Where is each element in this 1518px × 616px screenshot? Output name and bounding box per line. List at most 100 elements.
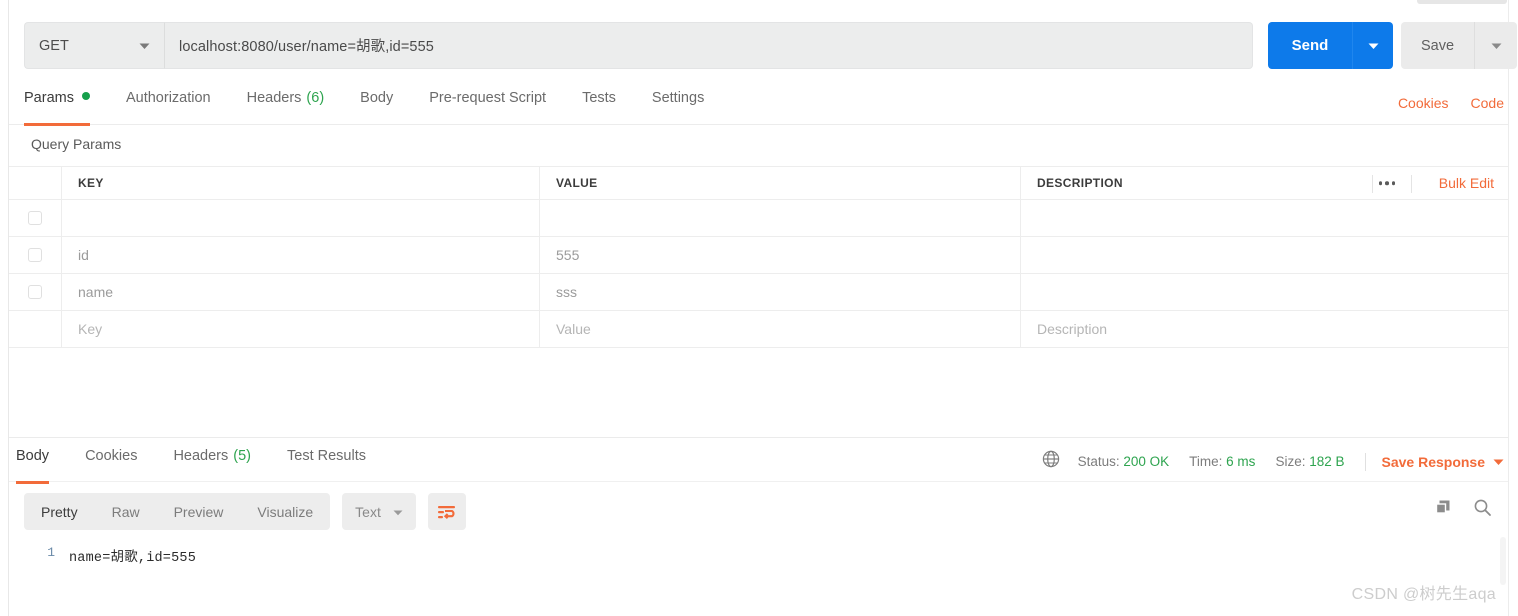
header-cell-key: KEY [62,167,540,199]
table-row[interactable]: name sss [9,273,1508,311]
row-value-cell[interactable]: 555 [540,237,1021,273]
header-cell-value: VALUE [540,167,1021,199]
size-label: Size: [1275,454,1306,469]
response-tab-headers-label: Headers [173,448,229,464]
body-view-preview[interactable]: Preview [157,493,241,530]
tab-params[interactable]: Params [24,90,90,126]
send-button-group: Send [1268,22,1393,69]
chevron-down-icon[interactable] [1493,453,1504,471]
body-format-label: Text [355,503,381,520]
row-description-cell[interactable] [1021,200,1508,236]
ellipsis-icon[interactable] [1373,177,1402,189]
response-tab-test-results-label: Test Results [287,448,366,464]
row-value-value: 555 [556,247,580,263]
row-key-cell[interactable]: id [62,237,540,273]
row-key-cell[interactable] [62,200,540,236]
body-view-visualize[interactable]: Visualize [240,493,330,530]
row-checkbox[interactable] [28,211,42,225]
response-body-code[interactable]: 1 name=胡歌,id=555 [9,537,1508,616]
request-bar: GET localhost:8080/user/name=胡歌,id=555 [24,22,1253,69]
tab-authorization[interactable]: Authorization [126,90,211,122]
save-response-button[interactable]: Save Response [1382,454,1486,470]
time-label: Time: [1189,454,1223,469]
row-checkbox-cell [9,311,62,347]
tab-authorization-label: Authorization [125,90,211,106]
request-header-links: Cookies Code [1398,95,1504,111]
query-params-table: KEY VALUE DESCRIPTION Bulk Edit id 555 n… [9,166,1508,348]
body-view-raw[interactable]: Raw [95,493,157,530]
copy-icon[interactable] [1434,498,1453,522]
row-key-cell[interactable]: name [62,274,540,310]
row-checkbox[interactable] [28,248,42,262]
row-checkbox-cell [9,237,62,273]
tab-tests[interactable]: Tests [582,90,616,122]
line-content: name=胡歌,id=555 [69,551,197,566]
row-checkbox-cell [9,274,62,310]
send-button[interactable]: Send [1268,22,1352,69]
request-tabs: Params Authorization Headers (6) Body Pre… [24,90,740,126]
response-tab-body-label: Body [16,448,50,464]
chevron-down-icon [139,37,150,55]
params-modified-dot-icon [81,92,90,100]
response-body-actions [1434,498,1492,522]
status-code-item: Status: 200 OK [1078,454,1170,469]
row-checkbox[interactable] [28,285,42,299]
query-params-title: Query Params [31,136,122,152]
vertical-scrollbar[interactable] [1500,537,1506,585]
bulk-edit-button[interactable]: Bulk Edit [1439,175,1494,191]
row-value-cell[interactable]: Value [540,311,1021,347]
response-tab-body[interactable]: Body [16,448,50,484]
tab-pre-request-script[interactable]: Pre-request Script [429,90,546,122]
chevron-down-icon [1491,37,1502,55]
table-row[interactable] [9,199,1508,237]
row-value-cell[interactable]: sss [540,274,1021,310]
row-description-placeholder: Description [1037,321,1108,337]
http-method-select[interactable]: GET [24,22,164,69]
response-time-item: Time: 6 ms [1189,454,1255,469]
status-label: Status: [1077,454,1120,469]
word-wrap-icon[interactable] [427,493,466,530]
response-tab-headers[interactable]: Headers (5) [173,448,251,480]
cookies-link[interactable]: Cookies [1398,95,1449,111]
table-row[interactable]: id 555 [9,236,1508,274]
row-key-value: name [78,284,114,300]
status-value: 200 OK [1123,454,1170,469]
row-description-cell[interactable]: Description [1021,311,1508,347]
tab-body[interactable]: Body [360,90,393,122]
code-link[interactable]: Code [1471,95,1504,111]
send-options-button[interactable] [1353,22,1393,69]
header-separator-right [1411,175,1412,193]
url-input[interactable]: localhost:8080/user/name=胡歌,id=555 [164,22,1253,69]
response-tabs: Body Cookies Headers (5) Test Results [16,448,402,484]
response-body-toolbar: Pretty Raw Preview Visualize Text [24,493,466,530]
tab-headers[interactable]: Headers (6) [247,90,325,122]
time-value: 6 ms [1226,454,1256,469]
save-button[interactable]: Save [1401,22,1474,69]
postman-request-window: GET localhost:8080/user/name=胡歌,id=555 S… [0,0,1518,616]
response-tabs-underline [9,481,1508,482]
table-row-empty[interactable]: Key Value Description [9,310,1508,348]
row-value-cell[interactable] [540,200,1021,236]
body-view-pretty[interactable]: Pretty [24,493,95,530]
search-icon[interactable] [1473,498,1492,522]
response-tab-cookies-label: Cookies [85,448,138,464]
status-bar-separator [1364,452,1366,471]
column-header-key: KEY [78,176,104,190]
column-header-description: DESCRIPTION [1037,176,1123,190]
column-header-value: VALUE [556,176,598,190]
response-tab-cookies[interactable]: Cookies [85,448,137,480]
row-description-cell[interactable] [1021,274,1508,310]
row-key-cell[interactable]: Key [62,311,540,347]
response-status-bar: Status: 200 OK Time: 6 ms Size: 182 B Sa… [1042,450,1504,473]
url-text: localhost:8080/user/name=胡歌,id=555 [179,39,434,55]
row-description-cell[interactable] [1021,237,1508,273]
watermark-text: CSDN @树先生aqa [1351,586,1496,603]
http-method-label: GET [39,37,69,54]
save-options-button[interactable] [1475,22,1517,69]
row-key-value: id [78,247,89,263]
tab-settings[interactable]: Settings [652,90,704,122]
code-line: 1 name=胡歌,id=555 [9,537,1508,566]
body-view-segmented-control: Pretty Raw Preview Visualize [24,493,331,530]
response-tab-test-results[interactable]: Test Results [287,448,366,480]
body-format-select[interactable]: Text [342,493,416,530]
